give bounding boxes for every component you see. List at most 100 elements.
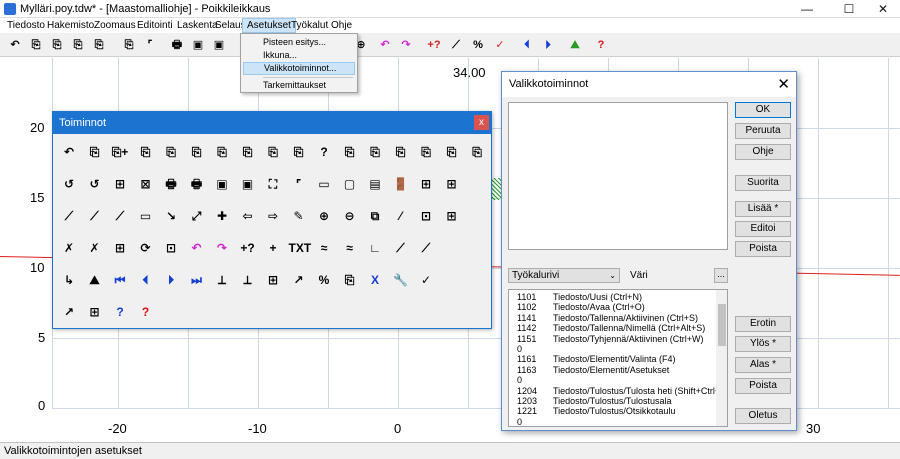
tool-icon[interactable]: ⛶ <box>263 174 283 194</box>
settings-doc-icon[interactable]: ⌜ <box>141 36 159 54</box>
list-item[interactable]: 1221 Tiedosto/Tulostus/Otsikkotaulu <box>517 406 675 417</box>
tool-icon[interactable]: ↷ <box>212 238 232 258</box>
tool-icon[interactable]: ⊞ <box>85 302 105 322</box>
list-item[interactable]: 1142 Tiedosto/Tallenna/Nimellä (Ctrl+Alt+… <box>517 323 705 334</box>
tool-icon[interactable]: ? <box>136 302 156 322</box>
tool-icon[interactable]: ↺ <box>59 174 79 194</box>
tool-icon[interactable]: ↗ <box>59 302 79 322</box>
tool-icon[interactable]: ⎘ <box>442 142 462 162</box>
tool-icon[interactable]: ↘ <box>161 206 181 226</box>
save-icon[interactable]: ⎘ <box>48 36 66 54</box>
tool-icon[interactable]: ∟ <box>365 238 385 258</box>
tool-icon[interactable]: ⇨ <box>263 206 283 226</box>
tool-icon[interactable]: ✎ <box>289 206 309 226</box>
tool-icon[interactable]: 🖶 <box>187 174 207 194</box>
tool-icon[interactable]: ? <box>110 302 130 322</box>
tool-icon[interactable]: ▤ <box>365 174 385 194</box>
run-button[interactable]: Suorita <box>735 175 791 191</box>
tool-icon[interactable]: ▢ <box>340 174 360 194</box>
list-item[interactable]: 0 <box>517 417 553 426</box>
tool-icon[interactable]: ✗ <box>59 238 79 258</box>
tool-icon[interactable]: ⤢ <box>187 206 207 226</box>
remove-button[interactable]: Poista <box>735 378 791 394</box>
edit-button[interactable]: Editoi <box>735 221 791 237</box>
new-file-icon[interactable]: ↶ <box>6 36 24 54</box>
tool-icon[interactable]: ↶ <box>187 238 207 258</box>
tool-icon[interactable]: ⊞ <box>110 174 130 194</box>
menu-item-valikkotoiminnot[interactable]: Valikkotoiminnot... <box>243 62 355 75</box>
tool-icon[interactable]: ⏵ <box>161 270 181 290</box>
tool-icon[interactable]: ⎘+ <box>110 142 130 162</box>
tool-icon[interactable]: TXT <box>289 238 312 258</box>
list-item[interactable]: 1151 Tiedosto/Tyhjennä/Aktiivinen (Ctrl+W… <box>517 334 703 345</box>
tool-icon[interactable]: % <box>314 270 334 290</box>
tool-icon[interactable]: ≈ <box>314 238 334 258</box>
dialog-title-bar[interactable]: Valikkotoiminnot ✕ <box>502 72 796 97</box>
type-dropdown[interactable]: Työkalurivi ⌄ <box>508 268 620 283</box>
tool-icon[interactable]: ⟋ <box>59 206 79 226</box>
default-button[interactable]: Oletus <box>735 408 791 424</box>
check-icon[interactable]: ✓ <box>491 36 509 54</box>
redo-icon[interactable]: ↷ <box>397 36 415 54</box>
tool-icon[interactable]: ⎘ <box>416 142 436 162</box>
color-picker-button[interactable]: ... <box>714 268 728 283</box>
tool-icon[interactable]: ▣ <box>238 174 258 194</box>
tool-icon[interactable]: ✓ <box>416 270 436 290</box>
move-down-button[interactable]: Alas * <box>735 357 791 373</box>
toiminnot-title-bar[interactable]: Toiminnot x <box>53 112 491 134</box>
tool-icon[interactable]: ⟂ <box>238 270 258 290</box>
tool-icon[interactable]: ⟋ <box>85 206 105 226</box>
tool-icon[interactable]: ⊠ <box>136 174 156 194</box>
print-icon[interactable]: 🖶 <box>168 36 186 54</box>
tool-icon[interactable]: ↳ <box>59 270 79 290</box>
tool-icon[interactable]: ⊞ <box>442 206 462 226</box>
menu-tyokalut[interactable]: Työkalut <box>287 18 332 33</box>
tool-icon[interactable]: + <box>263 238 283 258</box>
minimize-icon[interactable]: — <box>790 0 824 18</box>
tool-icon[interactable]: X <box>365 270 385 290</box>
close-icon[interactable]: ✕ <box>866 0 900 18</box>
tool-icon[interactable]: ⟋ <box>110 206 130 226</box>
list-item[interactable]: 0 <box>517 375 553 386</box>
scrollbar-thumb[interactable] <box>718 304 726 346</box>
list-item[interactable]: 1101 Tiedosto/Uusi (Ctrl+N) <box>517 292 642 303</box>
tool-icon[interactable]: ⎘ <box>263 142 283 162</box>
tool-icon[interactable]: ⊡ <box>416 206 436 226</box>
tool-icon[interactable]: ? <box>314 142 334 162</box>
list-item[interactable]: 1102 Tiedosto/Avaa (Ctrl+O) <box>517 302 645 313</box>
tool-icon[interactable]: 🚪 <box>391 174 411 194</box>
tool-icon[interactable]: ⎘ <box>161 142 181 162</box>
tool-icon[interactable]: +? <box>238 238 258 258</box>
list-item[interactable]: 1163 Tiedosto/Elementit/Asetukset <box>517 365 669 376</box>
tool-icon[interactable]: ⎘ <box>391 142 411 162</box>
title-block-icon[interactable]: ▣ <box>210 36 228 54</box>
tool-icon[interactable]: ⊞ <box>416 174 436 194</box>
help-button[interactable]: Ohje <box>735 144 791 160</box>
tool-icon[interactable]: ⏭ <box>187 270 207 290</box>
clear-icon[interactable]: ⎘ <box>90 36 108 54</box>
tool-icon[interactable]: ↺ <box>85 174 105 194</box>
measure-icon[interactable]: ⟋ <box>447 36 465 54</box>
list-item[interactable]: 1141 Tiedosto/Tallenna/Aktiivinen (Ctrl+S… <box>517 313 698 324</box>
tool-icon[interactable]: ⎘ <box>365 142 385 162</box>
cancel-button[interactable]: Peruuta <box>735 123 791 139</box>
list-item[interactable]: 1204 Tiedosto/Tulostus/Tulosta heti (Shif… <box>517 386 720 397</box>
tool-icon[interactable]: ▣ <box>212 174 232 194</box>
print-area-icon[interactable]: ▣ <box>189 36 207 54</box>
tool-icon[interactable]: ⌜ <box>289 174 309 194</box>
tool-icon[interactable]: ⊞ <box>110 238 130 258</box>
next-icon[interactable]: ⏵ <box>539 36 557 54</box>
tool-icon[interactable]: ⎘ <box>187 142 207 162</box>
open-file-icon[interactable]: ⎘ <box>27 36 45 54</box>
tool-icon[interactable]: ⊞ <box>442 174 462 194</box>
delete-button[interactable]: Poista <box>735 241 791 257</box>
function-list[interactable]: 1101 Tiedosto/Uusi (Ctrl+N) 1102 Tiedosto/A… <box>508 289 728 427</box>
tool-icon[interactable]: ⎘ <box>85 142 105 162</box>
tool-icon[interactable]: ⟂ <box>212 270 232 290</box>
tool-icon[interactable]: ⏮ <box>110 270 130 290</box>
undo-icon[interactable]: ↶ <box>376 36 394 54</box>
menu-item-pisteen-esitys[interactable]: Pisteen esitys... <box>243 36 355 49</box>
tool-icon[interactable]: ⎘ <box>238 142 258 162</box>
list-item[interactable]: 0 <box>517 344 553 355</box>
list-item[interactable]: 1161 Tiedosto/Elementit/Valinta (F4) <box>517 354 676 365</box>
